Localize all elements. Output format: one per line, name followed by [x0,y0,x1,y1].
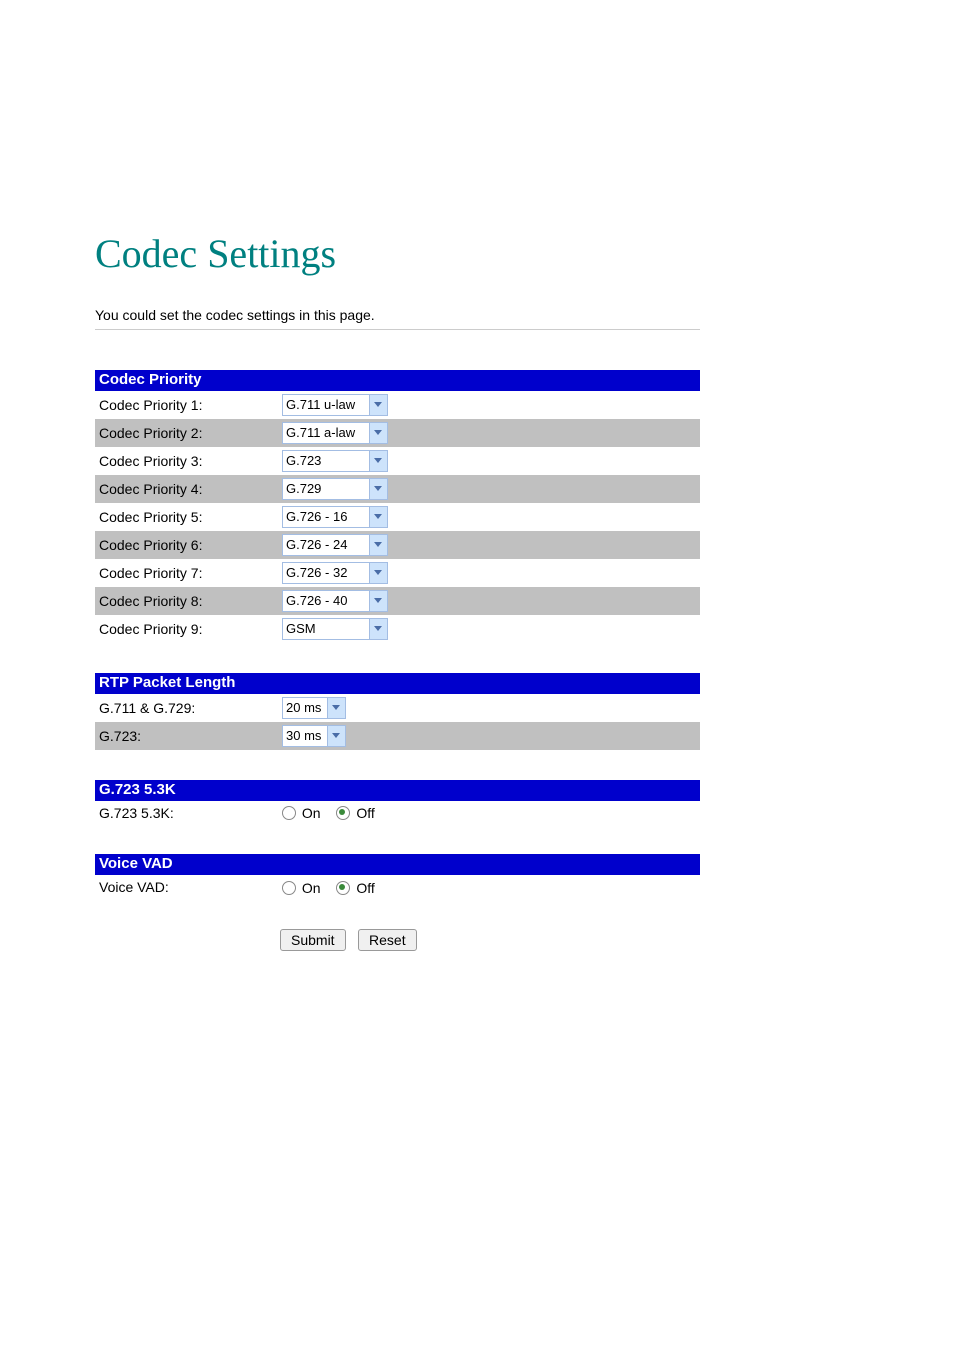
table-row: G.723: 30 ms [95,722,700,750]
divider [95,329,700,330]
voice-vad-off-radio[interactable] [336,881,350,895]
codec-priority-6-label: Codec Priority 6: [95,531,278,559]
codec-priority-9-label: Codec Priority 9: [95,615,278,643]
codec-priority-1-select[interactable]: G.711 u-law [282,394,388,416]
chevron-down-icon [327,726,345,746]
rtp-g723-select[interactable]: 30 ms [282,725,346,747]
reset-button[interactable]: Reset [358,929,417,951]
codec-priority-6-select[interactable]: G.726 - 24 [282,534,388,556]
chevron-down-icon [327,698,345,718]
rtp-packet-length-table: RTP Packet Length G.711 & G.729: 20 ms G… [95,673,700,750]
chevron-down-icon [369,507,387,527]
g723-53k-off-radio[interactable] [336,806,350,820]
codec-priority-3-label: Codec Priority 3: [95,447,278,475]
codec-priority-5-select[interactable]: G.726 - 16 [282,506,388,528]
table-row: Voice VAD: On Off [95,875,700,898]
g723-53k-on-label: On [302,805,321,821]
codec-priority-8-select[interactable]: G.726 - 40 [282,590,388,612]
voice-vad-on-radio[interactable] [282,881,296,895]
voice-vad-off-label: Off [356,880,374,896]
codec-priority-3-select[interactable]: G.723 [282,450,388,472]
table-row: G.711 & G.729: 20 ms [95,694,700,722]
codec-priority-8-label: Codec Priority 8: [95,587,278,615]
voice-vad-label: Voice VAD: [95,875,278,898]
codec-priority-7-select[interactable]: G.726 - 32 [282,562,388,584]
g723-53k-off-label: Off [356,805,374,821]
page-title: Codec Settings [95,230,700,277]
rtp-g711-g729-label: G.711 & G.729: [95,694,278,722]
table-row: Codec Priority 6: G.726 - 24 [95,531,700,559]
codec-priority-table: Codec Priority Codec Priority 1: G.711 u… [95,370,700,643]
page-description: You could set the codec settings in this… [95,307,700,323]
voice-vad-table: Voice VAD Voice VAD: On Off [95,854,700,898]
codec-priority-2-select[interactable]: G.711 a-law [282,422,388,444]
codec-priority-2-label: Codec Priority 2: [95,419,278,447]
voice-vad-header: Voice VAD [95,854,700,875]
table-row: Codec Priority 3: G.723 [95,447,700,475]
button-row: Submit Reset [95,929,700,951]
g723-53k-label: G.723 5.3K: [95,801,278,824]
chevron-down-icon [369,451,387,471]
chevron-down-icon [369,563,387,583]
table-row: Codec Priority 2: G.711 a-law [95,419,700,447]
rtp-g723-label: G.723: [95,722,278,750]
table-row: G.723 5.3K: On Off [95,801,700,824]
codec-priority-9-select[interactable]: GSM [282,618,388,640]
chevron-down-icon [369,423,387,443]
table-row: Codec Priority 1: G.711 u-law [95,391,700,419]
table-row: Codec Priority 7: G.726 - 32 [95,559,700,587]
rtp-g711-g729-select[interactable]: 20 ms [282,697,346,719]
codec-priority-1-label: Codec Priority 1: [95,391,278,419]
chevron-down-icon [369,619,387,639]
codec-priority-7-label: Codec Priority 7: [95,559,278,587]
voice-vad-on-label: On [302,880,321,896]
codec-priority-4-select[interactable]: G.729 [282,478,388,500]
codec-priority-5-label: Codec Priority 5: [95,503,278,531]
chevron-down-icon [369,535,387,555]
rtp-packet-length-header: RTP Packet Length [95,673,700,694]
table-row: Codec Priority 5: G.726 - 16 [95,503,700,531]
submit-button[interactable]: Submit [280,929,346,951]
table-row: Codec Priority 8: G.726 - 40 [95,587,700,615]
table-row: Codec Priority 4: G.729 [95,475,700,503]
g723-53k-on-radio[interactable] [282,806,296,820]
codec-priority-header: Codec Priority [95,370,700,391]
chevron-down-icon [369,479,387,499]
chevron-down-icon [369,395,387,415]
g723-53k-table: G.723 5.3K G.723 5.3K: On Off [95,780,700,824]
g723-53k-header: G.723 5.3K [95,780,700,801]
codec-settings-page: Codec Settings You could set the codec s… [0,0,795,1001]
table-row: Codec Priority 9: GSM [95,615,700,643]
chevron-down-icon [369,591,387,611]
codec-priority-4-label: Codec Priority 4: [95,475,278,503]
